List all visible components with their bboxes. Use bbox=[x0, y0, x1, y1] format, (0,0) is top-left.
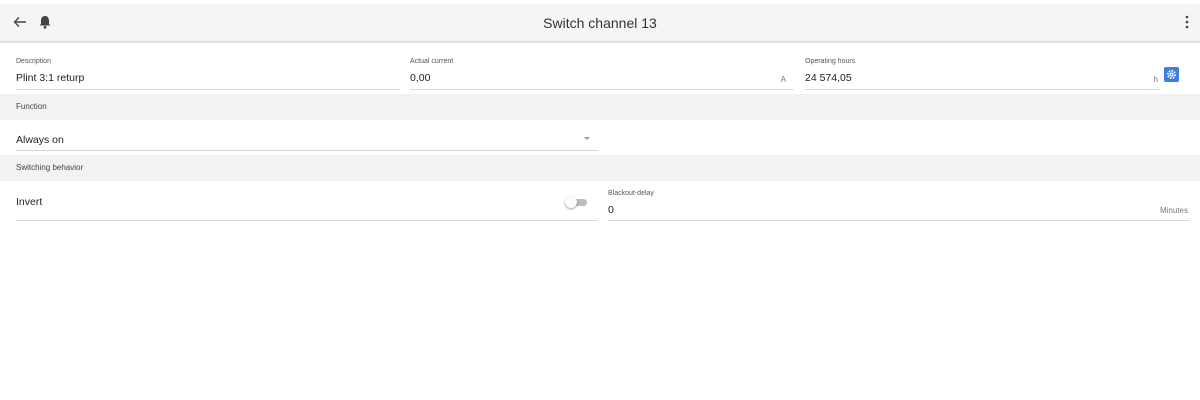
operating-hours-field[interactable]: Operating hours 24 574,05 h bbox=[805, 58, 1160, 91]
blackout-delay-unit: Minutes bbox=[1159, 206, 1188, 215]
gear-icon[interactable] bbox=[1164, 67, 1179, 82]
operating-hours-value: 24 574,05 bbox=[805, 72, 852, 84]
operating-hours-label: Operating hours bbox=[805, 58, 856, 65]
invert-toggle[interactable] bbox=[565, 196, 587, 208]
switching-behavior-section-header: Switching behavior bbox=[0, 155, 1200, 181]
invert-row: Invert bbox=[16, 186, 598, 222]
blackout-delay-field[interactable]: Blackout-delay 0 Minutes bbox=[608, 190, 1190, 222]
description-field[interactable]: Description Plint 3:1 returp bbox=[16, 58, 400, 91]
app-bar: Switch channel 13 bbox=[0, 4, 1200, 42]
function-select-value: Always on bbox=[16, 134, 64, 146]
page-title: Switch channel 13 bbox=[543, 15, 657, 31]
function-section-label: Function bbox=[16, 102, 47, 111]
function-section-header: Function bbox=[0, 94, 1200, 120]
actual-current-field[interactable]: Actual current 0,00 A bbox=[410, 58, 794, 91]
operating-hours-underline bbox=[805, 89, 1160, 90]
blackout-delay-underline bbox=[608, 220, 1190, 221]
blackout-delay-label: Blackout-delay bbox=[608, 190, 654, 197]
switching-behavior-section-label: Switching behavior bbox=[16, 163, 84, 172]
blackout-delay-value: 0 bbox=[608, 204, 614, 216]
description-value: Plint 3:1 returp bbox=[16, 72, 85, 84]
invert-label: Invert bbox=[16, 196, 43, 208]
description-underline bbox=[16, 89, 400, 90]
actual-current-value: 0,00 bbox=[410, 72, 431, 84]
more-vert-icon[interactable] bbox=[1184, 14, 1190, 30]
operating-hours-unit: h bbox=[1153, 75, 1158, 84]
actual-current-label: Actual current bbox=[410, 58, 454, 65]
actual-current-unit: A bbox=[780, 75, 786, 84]
function-select[interactable]: Always on bbox=[16, 128, 598, 152]
chevron-down-icon[interactable] bbox=[584, 137, 590, 140]
description-label: Description bbox=[16, 58, 52, 65]
actual-current-underline bbox=[410, 89, 794, 90]
toggle-knob bbox=[565, 196, 577, 208]
invert-underline bbox=[16, 220, 598, 221]
function-select-underline bbox=[16, 150, 598, 151]
